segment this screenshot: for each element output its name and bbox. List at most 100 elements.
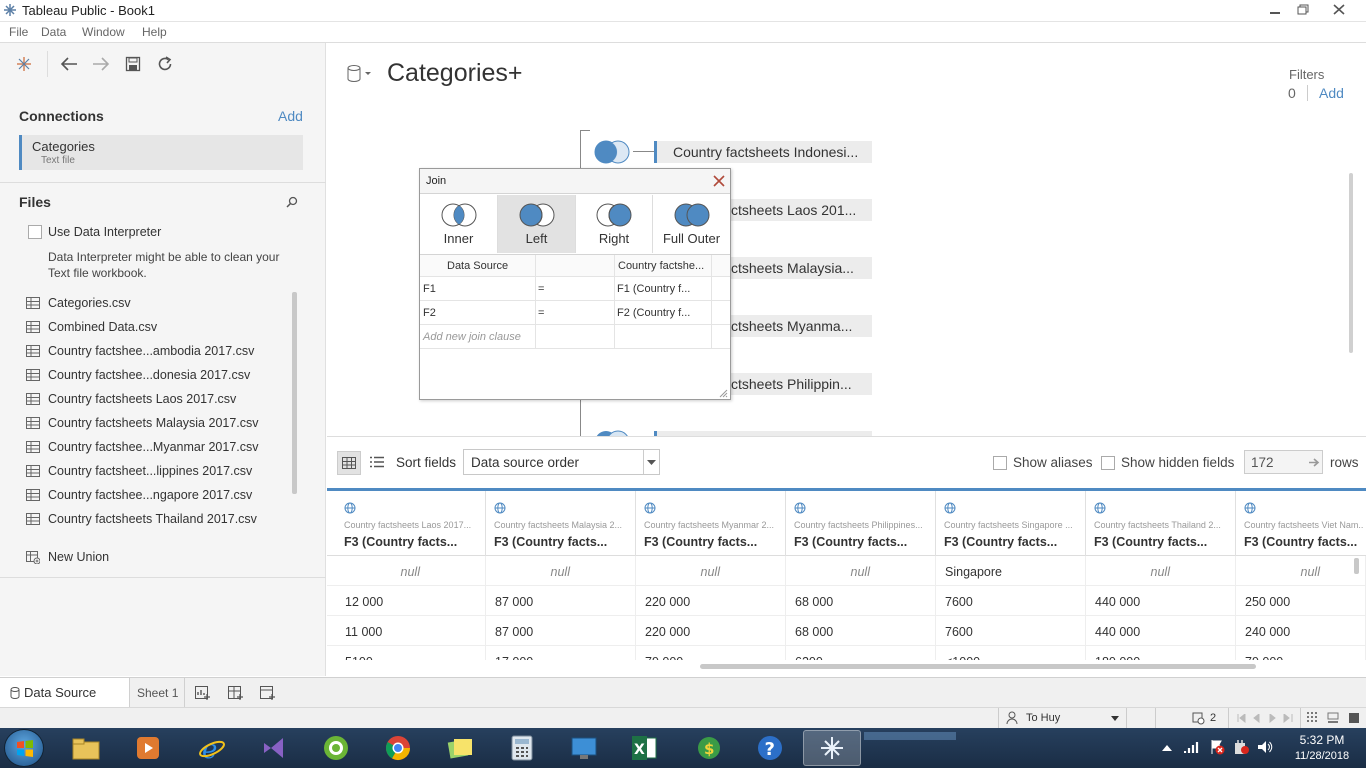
left-pane-scrollbar[interactable] <box>292 292 297 494</box>
show-hidden-icons-icon[interactable] <box>1162 744 1172 751</box>
grid-column-header[interactable]: Country factsheets Laos 2017... F3 (Count… <box>336 491 486 557</box>
grid-column-header[interactable]: Country factsheets Myanmar 2... F3 (Count… <box>636 491 786 557</box>
tableau-start-icon[interactable] <box>13 54 35 74</box>
file-item[interactable]: Categories.csv <box>26 293 131 313</box>
help-taskbar-icon[interactable]: ? <box>741 730 799 766</box>
rows-input[interactable]: 172 <box>1244 450 1323 474</box>
navigation-arrows-icon[interactable] <box>1237 714 1297 723</box>
file-item[interactable]: Country factshee...donesia 2017.csv <box>26 365 250 385</box>
table-cell[interactable]: 79 000 <box>1236 646 1366 660</box>
money-app-taskbar-icon[interactable]: $ <box>679 730 737 766</box>
add-join-clause-row[interactable]: Add new join clause <box>420 325 730 349</box>
file-item[interactable]: Country factshee...Myanmar 2017.csv <box>26 437 259 457</box>
app-green-taskbar-icon[interactable] <box>307 730 365 766</box>
join-venn-icon[interactable] <box>593 139 633 165</box>
table-cell[interactable]: 17 000 <box>486 646 636 660</box>
join-left-field[interactable]: F1 <box>423 283 436 295</box>
table-cell[interactable]: 87 000 <box>486 616 636 646</box>
sticky-notes-taskbar-icon[interactable] <box>431 730 489 766</box>
join-clause-row[interactable]: F2 = F2 (Country f... <box>420 301 730 325</box>
join-right-field[interactable]: F2 (Country f... <box>617 307 690 319</box>
show-filmstrip-icon[interactable] <box>1327 712 1339 724</box>
join-type-inner[interactable]: Inner <box>420 195 498 253</box>
tableau-taskbar-icon[interactable] <box>803 730 861 766</box>
show-hidden-checkbox[interactable] <box>1101 456 1115 470</box>
table-cell[interactable]: 440 000 <box>1086 616 1236 646</box>
grid-view-icon[interactable] <box>337 451 361 475</box>
internet-explorer-taskbar-icon[interactable]: e <box>183 730 241 766</box>
volume-icon[interactable] <box>1257 740 1273 754</box>
start-button[interactable] <box>4 729 44 767</box>
new-worksheet-icon[interactable] <box>195 686 211 701</box>
connection-categories[interactable]: Categories Text file <box>19 135 303 170</box>
join-clause-row[interactable]: F1 = F1 (Country f... <box>420 277 730 301</box>
table-cell[interactable]: null <box>1086 556 1236 586</box>
list-view-icon[interactable] <box>370 456 384 468</box>
table-cell[interactable]: 5100 <box>336 646 486 660</box>
arrow-right-icon[interactable] <box>1308 457 1320 468</box>
table-cell[interactable]: null <box>486 556 636 586</box>
join-operator[interactable]: = <box>538 307 544 319</box>
file-item[interactable]: Combined Data.csv <box>26 317 157 337</box>
forward-icon[interactable] <box>90 54 112 74</box>
datasource-icon[interactable] <box>346 64 374 84</box>
join-right-field[interactable]: F1 (Country f... <box>617 283 690 295</box>
clock-date[interactable]: 11/28/2018 <box>1286 750 1358 762</box>
table-cell[interactable]: 180 000 <box>1086 646 1236 660</box>
refresh-icon[interactable] <box>154 54 176 74</box>
join-type-full-outer[interactable]: Full Outer <box>653 195 730 253</box>
tab-data-source[interactable]: Data Source <box>0 678 130 707</box>
sort-fields-select[interactable]: Data source order <box>463 449 660 475</box>
table-cell[interactable]: null <box>336 556 486 586</box>
menu-help[interactable]: Help <box>142 25 167 39</box>
new-union-item[interactable]: New Union <box>26 547 109 567</box>
table-cell[interactable]: 240 000 <box>1236 616 1366 646</box>
table-cell[interactable]: 12 000 <box>336 586 486 616</box>
resize-grip-icon[interactable] <box>719 389 728 398</box>
chevron-down-icon[interactable] <box>1111 716 1119 721</box>
file-item[interactable]: Country factshee...ambodia 2017.csv <box>26 341 254 361</box>
table-cell[interactable]: 7600 <box>936 616 1086 646</box>
file-item[interactable]: Country factshee...ngapore 2017.csv <box>26 485 252 505</box>
table-cell[interactable]: 6200 <box>786 646 936 660</box>
calculator-taskbar-icon[interactable] <box>493 730 551 766</box>
clock-time[interactable]: 5:32 PM <box>1292 733 1352 747</box>
join-type-left[interactable]: Left <box>498 195 576 253</box>
table-cell[interactable]: Singapore <box>936 556 1086 586</box>
show-tabs-icon[interactable] <box>1348 712 1360 724</box>
file-item[interactable]: Country factsheet...lippines 2017.csv <box>26 461 252 481</box>
table-cell[interactable]: 87 000 <box>486 586 636 616</box>
close-icon[interactable] <box>713 175 725 187</box>
table-cell[interactable]: 68 000 <box>786 616 936 646</box>
table-cell[interactable]: 220 000 <box>636 616 786 646</box>
tab-sheet1[interactable]: Sheet 1 <box>130 678 185 707</box>
grid-column-header[interactable]: Country factsheets Malaysia 2... F3 (Coun… <box>486 491 636 557</box>
table-cell[interactable]: null <box>636 556 786 586</box>
back-icon[interactable] <box>58 54 80 74</box>
action-center-flag-icon[interactable] <box>1209 739 1225 755</box>
save-icon[interactable] <box>122 54 144 74</box>
remote-desktop-taskbar-icon[interactable] <box>555 730 613 766</box>
show-aliases-checkbox[interactable] <box>993 456 1007 470</box>
add-filter-link[interactable]: Add <box>1319 85 1344 101</box>
restore-button[interactable] <box>1290 1 1316 18</box>
table-cell[interactable]: 11 000 <box>336 616 486 646</box>
table-cell[interactable]: 250 000 <box>1236 586 1366 616</box>
new-story-icon[interactable] <box>260 686 276 701</box>
add-join-clause[interactable]: Add new join clause <box>423 331 521 343</box>
close-window-button[interactable] <box>1326 1 1352 18</box>
menu-data[interactable]: Data <box>41 25 66 39</box>
grid-column-header[interactable]: Country factsheets Thailand 2... F3 (Coun… <box>1086 491 1236 557</box>
grid-column-header[interactable]: Country factsheets Singapore ... F3 (Coun… <box>936 491 1086 557</box>
data-interpreter-checkbox[interactable] <box>28 225 42 239</box>
menu-file[interactable]: File <box>9 25 28 39</box>
user-name[interactable]: To Huy <box>1026 712 1060 724</box>
new-dashboard-icon[interactable] <box>228 686 244 701</box>
media-player-taskbar-icon[interactable] <box>119 730 177 766</box>
table-cell[interactable]: 7600 <box>936 586 1086 616</box>
join-operator[interactable]: = <box>538 283 544 295</box>
search-files-icon[interactable] <box>286 196 298 208</box>
chrome-taskbar-icon[interactable] <box>369 730 427 766</box>
file-item[interactable]: Country factsheets Thailand 2017.csv <box>26 509 257 529</box>
file-item[interactable]: Country factsheets Malaysia 2017.csv <box>26 413 259 433</box>
